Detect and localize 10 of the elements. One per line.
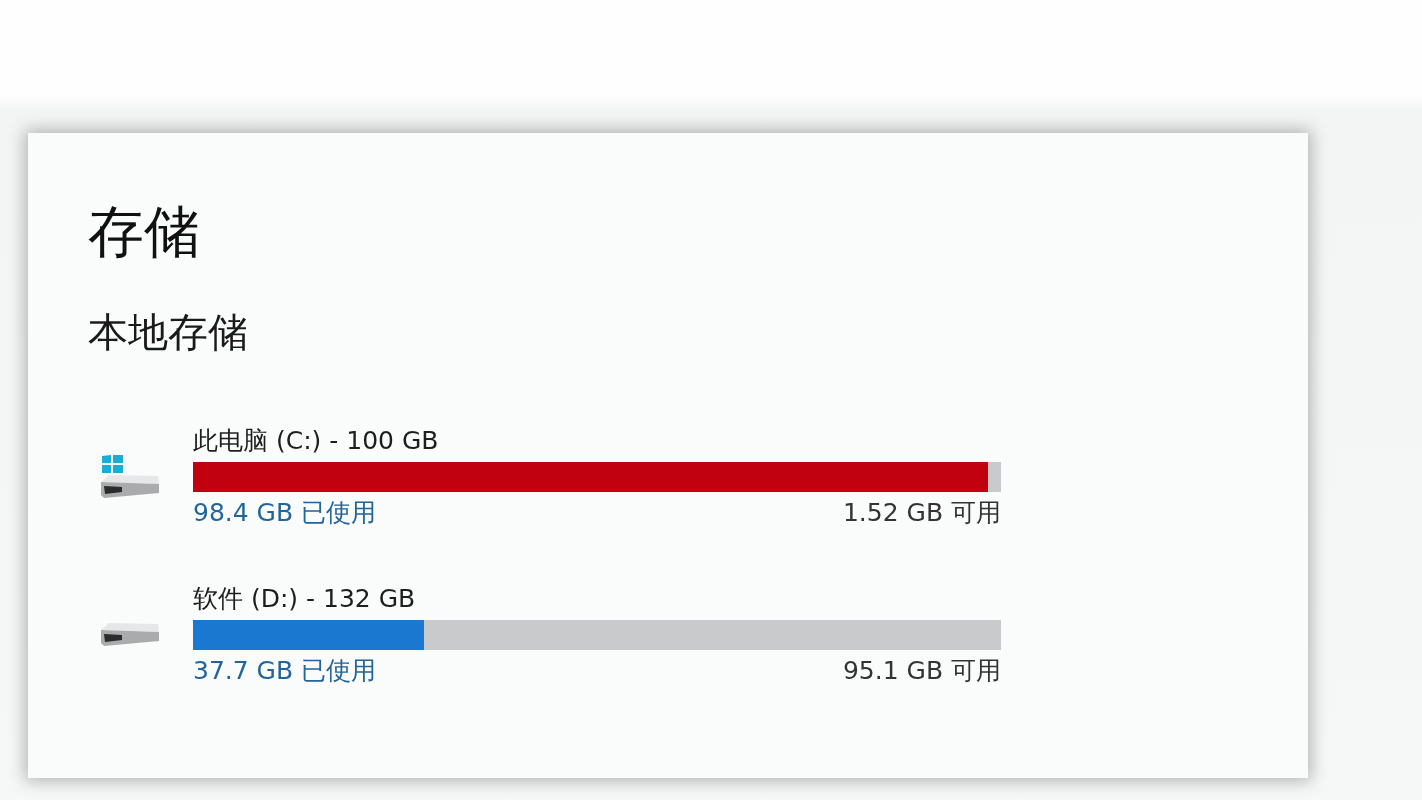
used-space-text: 37.7 GB 已使用 [193, 654, 377, 687]
used-space-text: 98.4 GB 已使用 [193, 497, 377, 529]
free-space-text: 95.1 GB 可用 [842, 654, 1001, 687]
free-space-text: 1.52 GB 可用 [842, 497, 1001, 529]
page-title: 存储 [88, 198, 201, 266]
drive-label: 此电脑 (C:) - 100 GB [193, 425, 439, 457]
drive-label: 软件 (D:) - 132 GB [193, 582, 416, 614]
drive-icon [100, 621, 160, 647]
section-title: 本地存储 [88, 308, 249, 357]
drive-windows-logo-icon [100, 454, 160, 499]
